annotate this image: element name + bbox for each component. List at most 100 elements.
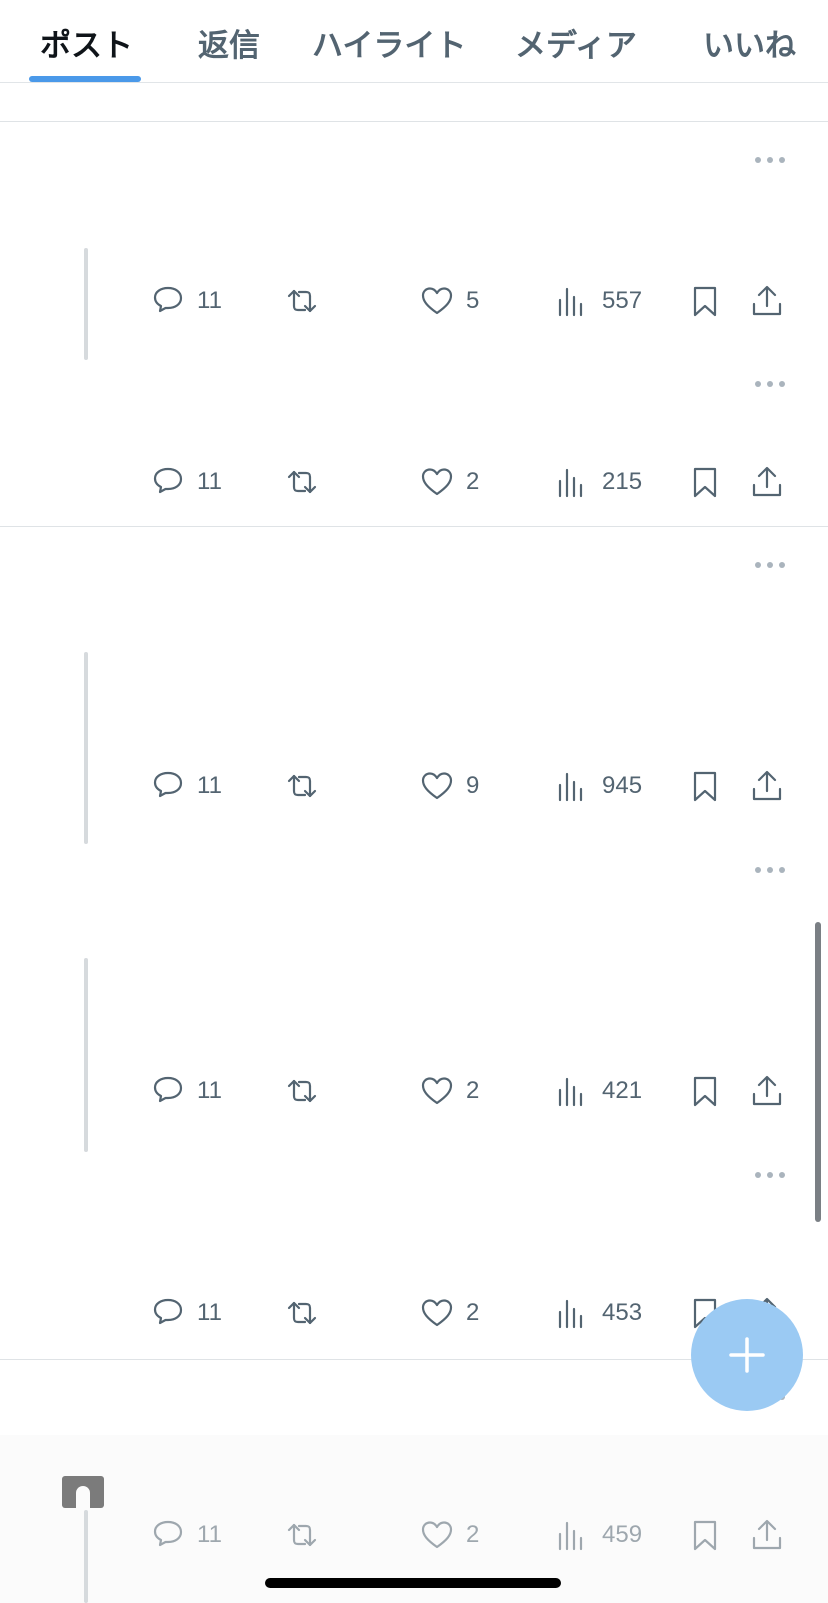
reply-count: 11 xyxy=(197,287,222,314)
repost-icon xyxy=(287,470,317,494)
reply-count: 11 xyxy=(197,1521,222,1548)
share-button[interactable] xyxy=(750,766,784,806)
post-actions: 11 2 215 xyxy=(0,462,828,502)
view-count: 459 xyxy=(602,1521,643,1548)
more-options-icon[interactable] xyxy=(755,560,787,570)
repost-icon xyxy=(287,774,317,798)
views-button[interactable]: 557 xyxy=(556,281,642,321)
reply-count: 11 xyxy=(197,772,222,799)
bookmark-button[interactable] xyxy=(688,462,722,502)
share-icon xyxy=(752,1075,782,1106)
bookmark-icon xyxy=(693,286,717,317)
repost-icon xyxy=(287,1079,317,1103)
like-button[interactable]: 2 xyxy=(420,1293,479,1333)
view-count: 945 xyxy=(602,772,643,799)
bookmark-icon xyxy=(693,467,717,498)
like-button[interactable]: 5 xyxy=(420,281,479,321)
heart-icon xyxy=(421,1299,453,1327)
repost-button[interactable] xyxy=(285,462,319,502)
view-count: 557 xyxy=(602,287,643,314)
share-button[interactable] xyxy=(750,281,784,321)
repost-button[interactable] xyxy=(285,766,319,806)
analytics-icon xyxy=(558,1521,583,1551)
tab-likes[interactable]: いいね xyxy=(703,20,796,65)
analytics-icon xyxy=(558,772,583,802)
post-divider xyxy=(0,526,828,527)
repost-icon xyxy=(287,1301,317,1325)
tab-media[interactable]: メディア xyxy=(515,20,637,65)
repost-icon xyxy=(287,1523,317,1547)
bookmark-button[interactable] xyxy=(688,1071,722,1111)
share-icon xyxy=(752,466,782,497)
reply-button[interactable]: 11 xyxy=(151,766,222,806)
heart-icon xyxy=(421,468,453,496)
avatar[interactable] xyxy=(62,1476,104,1508)
bookmark-button[interactable] xyxy=(688,281,722,321)
views-button[interactable]: 453 xyxy=(556,1293,642,1333)
repost-button[interactable] xyxy=(285,281,319,321)
tab-posts[interactable]: ポスト xyxy=(40,20,133,65)
reply-icon xyxy=(153,1076,183,1103)
reply-icon xyxy=(153,467,183,494)
like-button[interactable]: 2 xyxy=(420,1515,479,1555)
tab-highlights[interactable]: ハイライト xyxy=(312,20,466,65)
reply-button[interactable]: 11 xyxy=(151,1515,222,1555)
home-indicator[interactable] xyxy=(265,1578,561,1588)
active-tab-indicator xyxy=(29,76,141,82)
heart-icon xyxy=(421,772,453,800)
like-count: 2 xyxy=(466,1521,480,1548)
share-button[interactable] xyxy=(750,1515,784,1555)
tab-replies[interactable]: 返信 xyxy=(198,20,260,65)
profile-tabs: ポスト 返信 ハイライト メディア いいね xyxy=(0,0,828,83)
view-count: 215 xyxy=(602,468,643,495)
post-actions: 11 2 459 xyxy=(0,1515,828,1555)
views-button[interactable]: 945 xyxy=(556,766,642,806)
analytics-icon xyxy=(558,287,583,317)
more-options-icon[interactable] xyxy=(755,865,787,875)
views-button[interactable]: 421 xyxy=(556,1071,642,1111)
like-count: 2 xyxy=(466,1077,480,1104)
reply-button[interactable]: 11 xyxy=(151,281,222,321)
bookmark-icon xyxy=(693,1520,717,1551)
reply-icon xyxy=(153,771,183,798)
analytics-icon xyxy=(558,1299,583,1329)
like-button[interactable]: 9 xyxy=(420,766,479,806)
repost-button[interactable] xyxy=(285,1293,319,1333)
like-count: 2 xyxy=(466,1299,480,1326)
reply-button[interactable]: 11 xyxy=(151,1293,222,1333)
scrollbar[interactable] xyxy=(815,922,821,1222)
views-button[interactable]: 215 xyxy=(556,462,642,502)
thread-line xyxy=(84,652,88,844)
reply-icon xyxy=(153,1520,183,1547)
post-actions: 11 5 557 xyxy=(0,281,828,321)
bookmark-button[interactable] xyxy=(688,1515,722,1555)
heart-icon xyxy=(421,1521,453,1549)
reply-button[interactable]: 11 xyxy=(151,462,222,502)
reply-count: 11 xyxy=(197,1299,222,1326)
heart-icon xyxy=(421,287,453,315)
post-actions: 11 9 945 xyxy=(0,766,828,806)
more-options-icon[interactable] xyxy=(755,1170,787,1180)
reply-icon xyxy=(153,286,183,313)
post-divider xyxy=(0,121,828,122)
more-options-icon[interactable] xyxy=(755,379,787,389)
bookmark-button[interactable] xyxy=(688,766,722,806)
like-button[interactable]: 2 xyxy=(420,1071,479,1111)
share-button[interactable] xyxy=(750,462,784,502)
like-button[interactable]: 2 xyxy=(420,462,479,502)
heart-icon xyxy=(421,1077,453,1105)
share-icon xyxy=(752,770,782,801)
reply-button[interactable]: 11 xyxy=(151,1071,222,1111)
bookmark-icon xyxy=(693,771,717,802)
more-options-icon[interactable] xyxy=(755,155,787,165)
reply-count: 11 xyxy=(197,1077,222,1104)
reply-count: 11 xyxy=(197,468,222,495)
share-button[interactable] xyxy=(750,1071,784,1111)
repost-button[interactable] xyxy=(285,1071,319,1111)
compose-button[interactable] xyxy=(691,1299,803,1411)
share-icon xyxy=(752,285,782,316)
views-button[interactable]: 459 xyxy=(556,1515,642,1555)
thread-line xyxy=(84,958,88,1152)
bookmark-icon xyxy=(693,1076,717,1107)
repost-button[interactable] xyxy=(285,1515,319,1555)
